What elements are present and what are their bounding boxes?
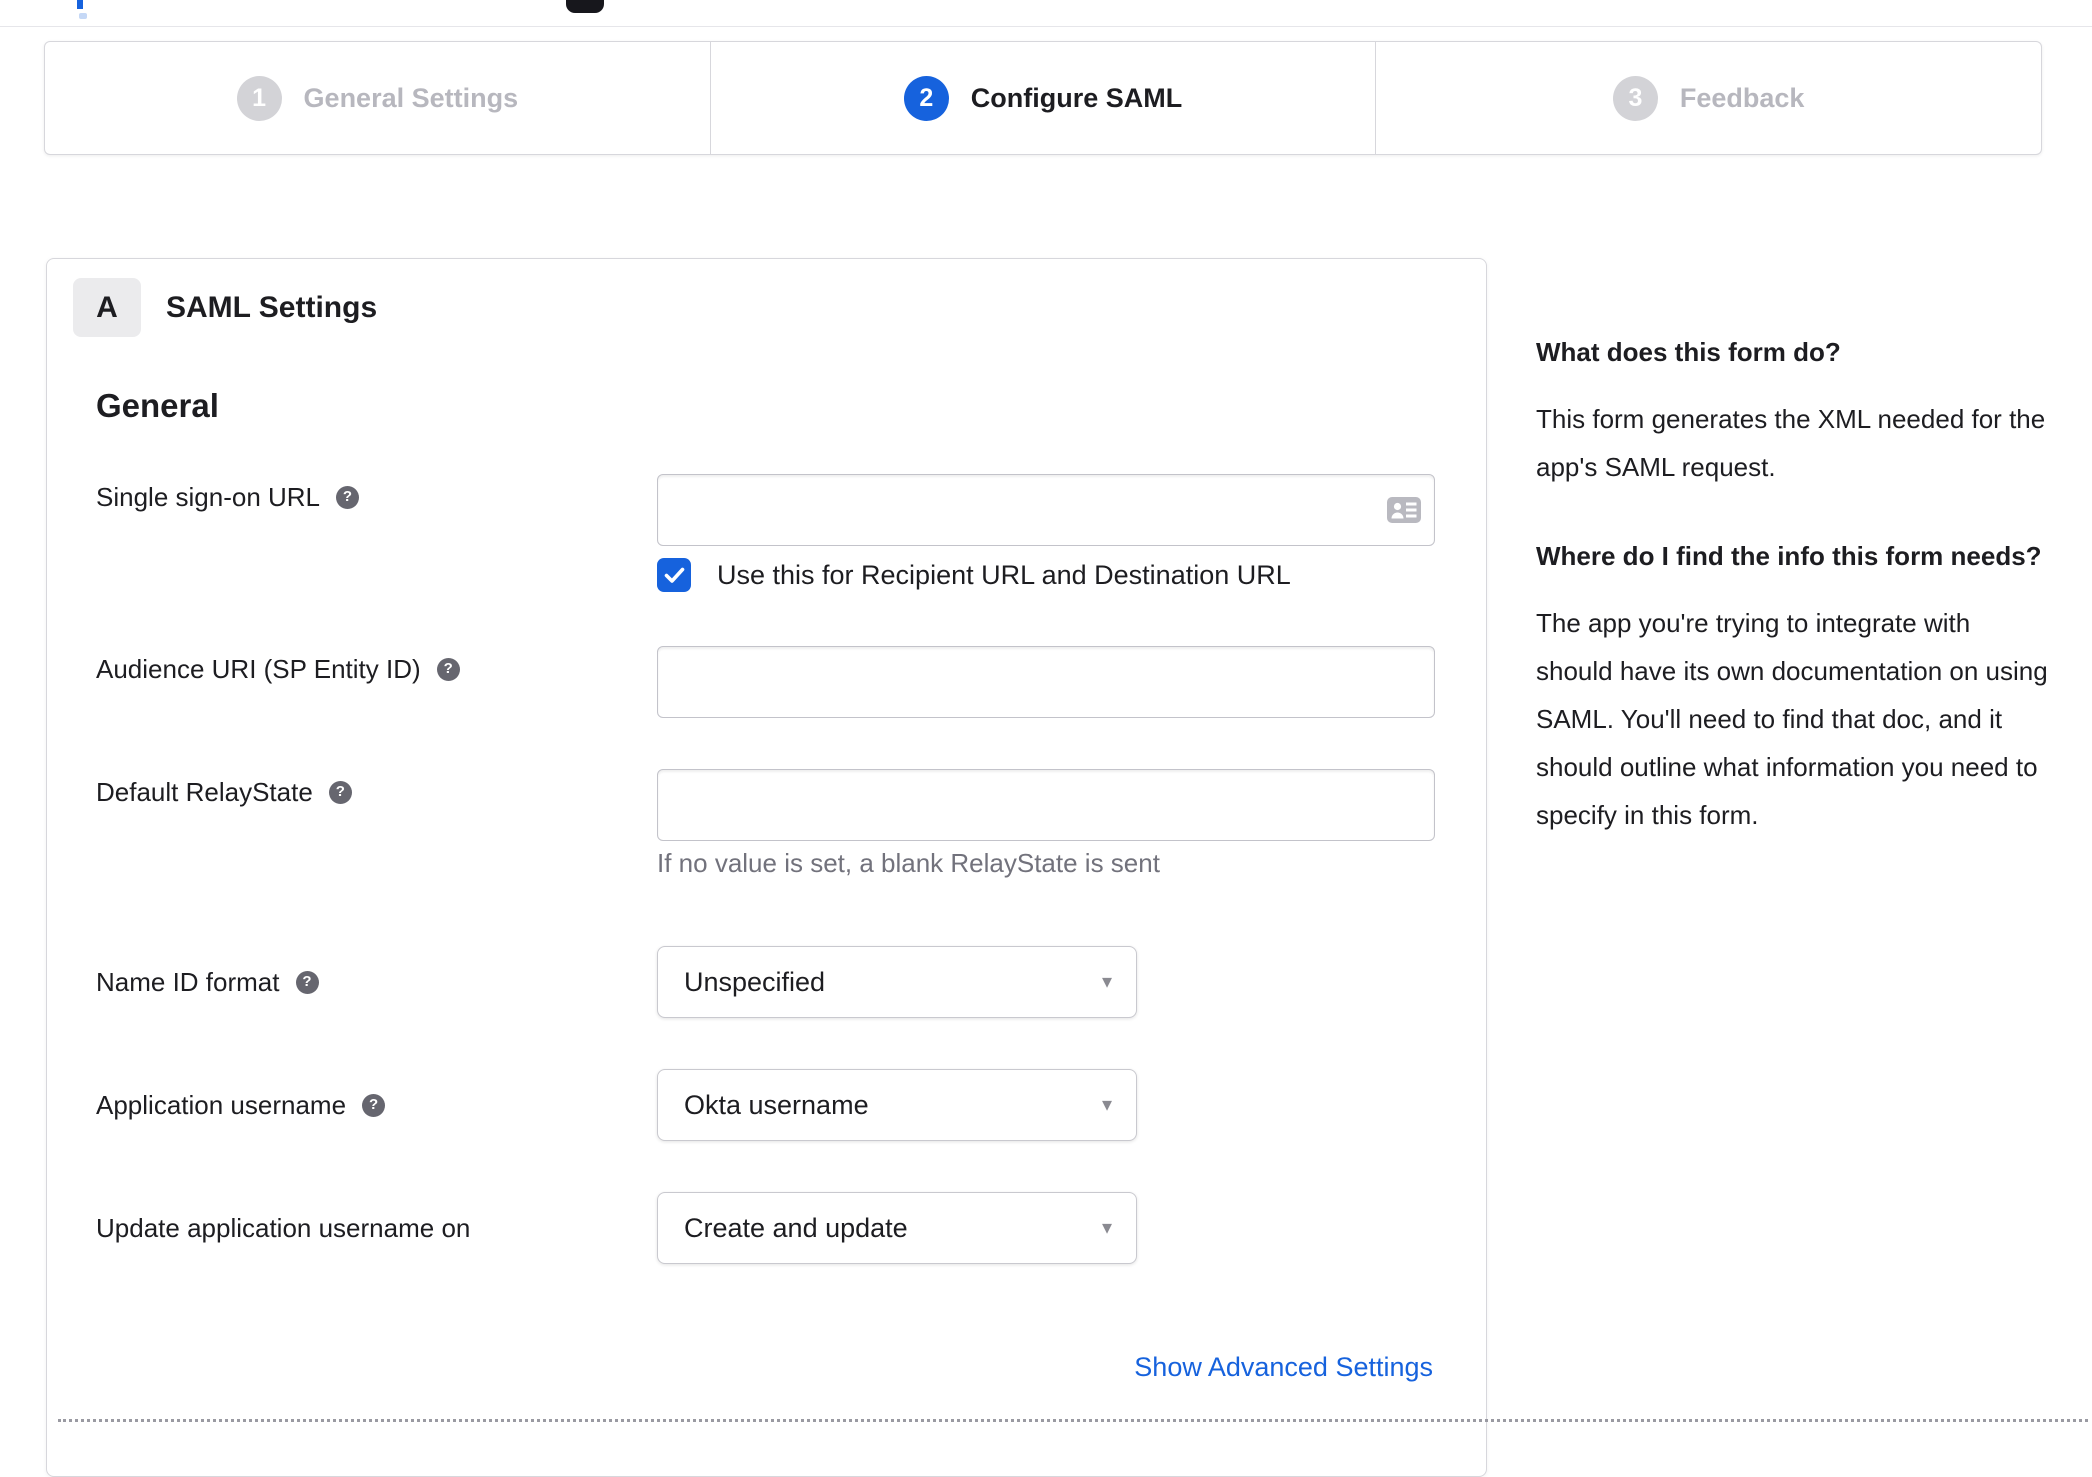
relay-state-input-wrap — [657, 769, 1435, 841]
help-panel: What does this form do? This form genera… — [1536, 333, 2051, 839]
update-username-label: Update application username on — [96, 1212, 470, 1244]
help-icon[interactable]: ? — [362, 1093, 386, 1117]
sso-url-label: Single sign-on URL ? — [96, 481, 360, 513]
name-id-format-select[interactable]: Unspecified ▾ — [657, 946, 1137, 1018]
step-1-number-badge: 1 — [236, 75, 282, 121]
step-3-label: Feedback — [1679, 82, 1805, 113]
help-body-what: This form generates the XML needed for t… — [1536, 404, 2046, 482]
cutoff-header-blue-mark-faint — [79, 13, 87, 19]
update-username-label-text: Update application username on — [96, 1213, 471, 1243]
application-username-label-text: Application username — [96, 1090, 347, 1120]
panel-title: SAML Settings — [166, 290, 378, 324]
name-id-format-value: Unspecified — [684, 966, 826, 997]
relay-state-label-text: Default RelayState — [96, 777, 313, 807]
step-2-label: Configure SAML — [970, 82, 1183, 113]
recipient-url-checkbox-row: Use this for Recipient URL and Destinati… — [657, 558, 1291, 592]
update-username-value: Create and update — [684, 1212, 908, 1243]
caret-down-icon: ▾ — [1101, 1094, 1112, 1116]
step-3-number-badge: 3 — [1612, 75, 1658, 121]
saml-settings-panel: A SAML Settings General Single sign-on U… — [46, 258, 1487, 1477]
update-username-select[interactable]: Create and update ▾ — [657, 1192, 1137, 1264]
audience-uri-input-wrap — [657, 646, 1435, 718]
sso-url-label-text: Single sign-on URL — [96, 482, 321, 512]
help-icon[interactable]: ? — [436, 657, 460, 681]
relay-state-label: Default RelayState ? — [96, 776, 352, 808]
step-1-label: General Settings — [303, 82, 519, 113]
audience-uri-input[interactable] — [657, 646, 1435, 718]
help-body-where: The app you're trying to integrate with … — [1536, 608, 2048, 830]
application-username-label: Application username ? — [96, 1089, 386, 1121]
check-icon — [664, 567, 684, 583]
name-id-format-label-text: Name ID format — [96, 967, 280, 997]
cutoff-header-blue-mark — [77, 0, 83, 9]
step-general-settings[interactable]: 1 General Settings — [45, 42, 710, 154]
contact-card-icon[interactable] — [1387, 497, 1421, 523]
help-heading-what: What does this form do? — [1536, 337, 1841, 367]
wizard-stepper: 1 General Settings 2 Configure SAML 3 Fe… — [44, 41, 2042, 155]
name-id-format-label: Name ID format ? — [96, 966, 319, 998]
header-divider — [0, 26, 2092, 27]
show-advanced-settings-link[interactable]: Show Advanced Settings — [1134, 1352, 1433, 1383]
help-icon[interactable]: ? — [295, 970, 319, 994]
recipient-url-checkbox-label: Use this for Recipient URL and Destinati… — [717, 559, 1291, 590]
step-feedback[interactable]: 3 Feedback — [1375, 42, 2041, 154]
step-configure-saml[interactable]: 2 Configure SAML — [709, 42, 1376, 154]
sso-url-input[interactable] — [657, 474, 1435, 546]
sso-url-input-wrap — [657, 474, 1435, 546]
relay-state-input[interactable] — [657, 769, 1435, 841]
recipient-url-checkbox[interactable] — [657, 558, 691, 592]
help-icon[interactable]: ? — [328, 780, 352, 804]
audience-uri-label: Audience URI (SP Entity ID) ? — [96, 653, 460, 685]
cutoff-header-dark-shape — [566, 0, 604, 13]
application-username-select[interactable]: Okta username ▾ — [657, 1069, 1137, 1141]
help-icon[interactable]: ? — [336, 485, 360, 509]
audience-uri-label-text: Audience URI (SP Entity ID) — [96, 654, 421, 684]
general-section-title: General — [96, 387, 219, 424]
step-2-number-badge: 2 — [903, 75, 949, 121]
caret-down-icon: ▾ — [1101, 971, 1112, 993]
caret-down-icon: ▾ — [1101, 1217, 1112, 1239]
bottom-dotted-divider — [58, 1419, 2088, 1422]
application-username-value: Okta username — [684, 1089, 869, 1120]
section-a-badge: A — [73, 278, 141, 337]
relay-state-hint: If no value is set, a blank RelayState i… — [657, 848, 1160, 878]
help-heading-where: Where do I find the info this form needs… — [1536, 541, 2042, 571]
